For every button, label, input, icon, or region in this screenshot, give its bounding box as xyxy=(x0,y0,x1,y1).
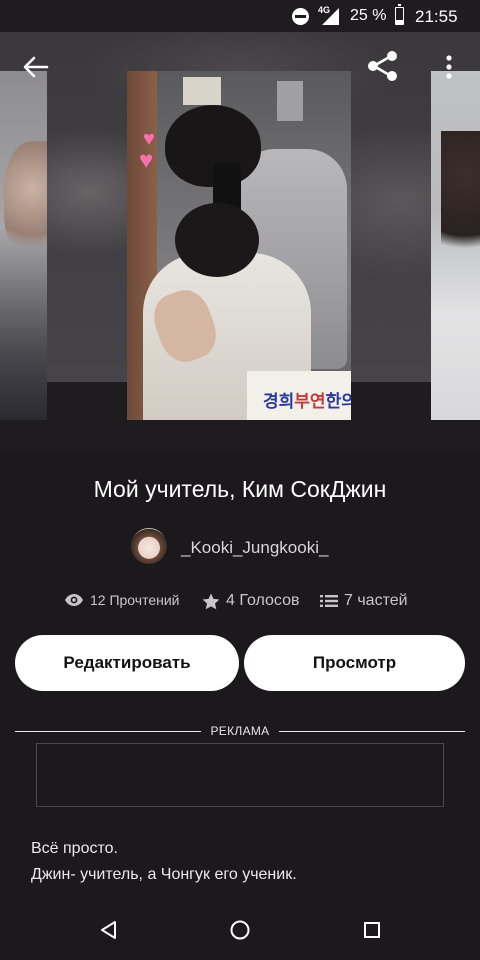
story-stats: 12 Прочтений 4 Голосов 7 частей xyxy=(0,592,480,616)
more-vertical-icon xyxy=(446,55,452,79)
cover-banner: 경희부연한의 xyxy=(247,371,351,420)
triangle-back-icon xyxy=(101,921,116,939)
next-cover[interactable] xyxy=(431,71,480,420)
nav-home-button[interactable] xyxy=(223,914,257,946)
view-button[interactable]: Просмотр xyxy=(244,635,465,691)
heart-icon: ♥ xyxy=(143,128,155,150)
circle-home-icon xyxy=(230,920,250,940)
description-line: Всё просто. xyxy=(31,840,118,857)
share-icon xyxy=(368,51,397,81)
list-icon xyxy=(320,594,338,608)
cover-art-hair2 xyxy=(175,203,259,277)
votes-stat: 4 Голосов xyxy=(202,592,299,610)
story-title: Мой учитель, Ким СокДжин xyxy=(93,476,387,502)
square-recents-icon xyxy=(364,922,380,938)
avatar[interactable] xyxy=(131,528,167,564)
story-cover[interactable]: ♥ ♥ 경희부연한의 xyxy=(127,71,351,420)
eye-icon xyxy=(64,593,84,607)
parts-stat: 7 частей xyxy=(320,592,408,610)
reads-count: 12 Прочтений xyxy=(90,592,180,608)
clock: 21:55 xyxy=(415,7,458,26)
nav-back-button[interactable] xyxy=(92,914,126,946)
ad-label: РЕКЛАМА xyxy=(210,724,270,738)
signal-icon xyxy=(322,8,339,25)
nav-recents-button[interactable] xyxy=(355,914,389,946)
battery-percent: 25 % xyxy=(350,7,387,24)
description-line: Джин- учитель, а Чонгук его ученик. xyxy=(31,866,297,883)
do-not-disturb-icon xyxy=(292,8,309,25)
story-description: Всё просто. Джин- учитель, а Чонгук его … xyxy=(31,836,451,888)
cover-art-sign2 xyxy=(277,81,303,121)
arrow-left-icon xyxy=(23,56,49,78)
previous-cover[interactable] xyxy=(0,71,47,420)
edit-button[interactable]: Редактировать xyxy=(15,635,239,691)
author-row[interactable]: _Kooki_Jungkooki_ xyxy=(0,528,480,572)
heart-icon: ♥ xyxy=(139,147,154,174)
more-options-button[interactable] xyxy=(434,48,464,86)
votes-count: 4 Голосов xyxy=(226,592,300,609)
back-button[interactable] xyxy=(16,50,56,84)
cover-art-sign xyxy=(183,77,221,105)
reads-stat: 12 Прочтений xyxy=(64,592,180,608)
divider-line xyxy=(15,731,201,732)
parts-count: 7 частей xyxy=(344,592,408,609)
star-icon xyxy=(202,593,220,610)
ad-divider: РЕКЛАМА xyxy=(15,723,465,739)
battery-icon xyxy=(395,4,404,25)
share-button[interactable] xyxy=(363,46,403,86)
system-nav-bar xyxy=(0,900,480,960)
divider-line xyxy=(279,731,465,732)
ad-slot[interactable] xyxy=(36,743,444,807)
status-bar: 4G 25 % 21:55 xyxy=(0,0,480,32)
author-name[interactable]: _Kooki_Jungkooki_ xyxy=(181,538,328,558)
